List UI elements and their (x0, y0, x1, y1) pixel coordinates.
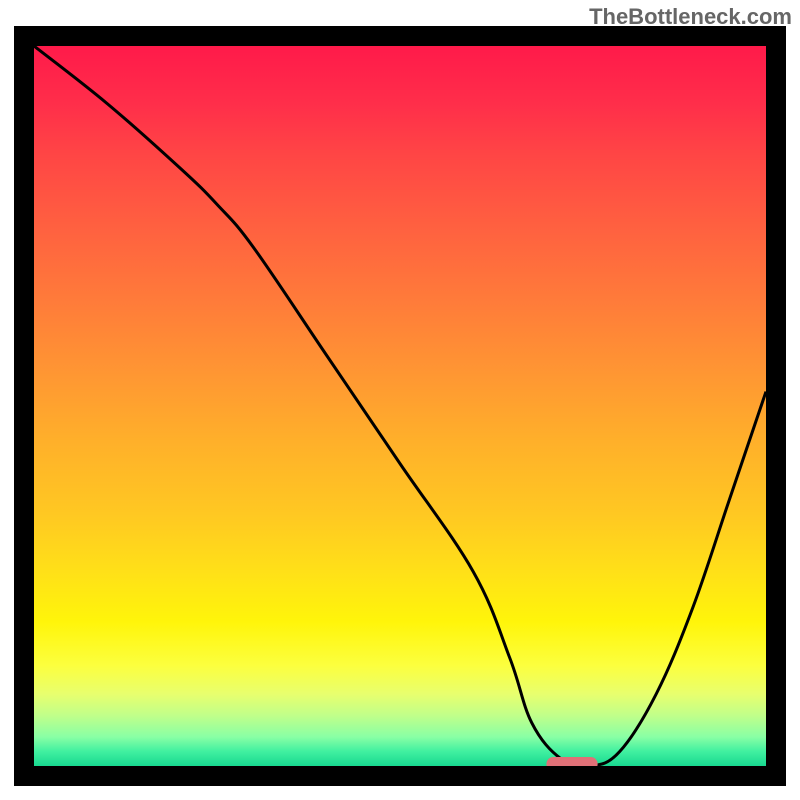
chart-frame (14, 26, 786, 786)
bottleneck-curve (34, 46, 766, 766)
optimal-marker (546, 757, 597, 766)
plot-area (34, 46, 766, 766)
chart-container: TheBottleneck.com (0, 0, 800, 800)
watermark-text: TheBottleneck.com (589, 4, 792, 30)
curve-layer (34, 46, 766, 766)
